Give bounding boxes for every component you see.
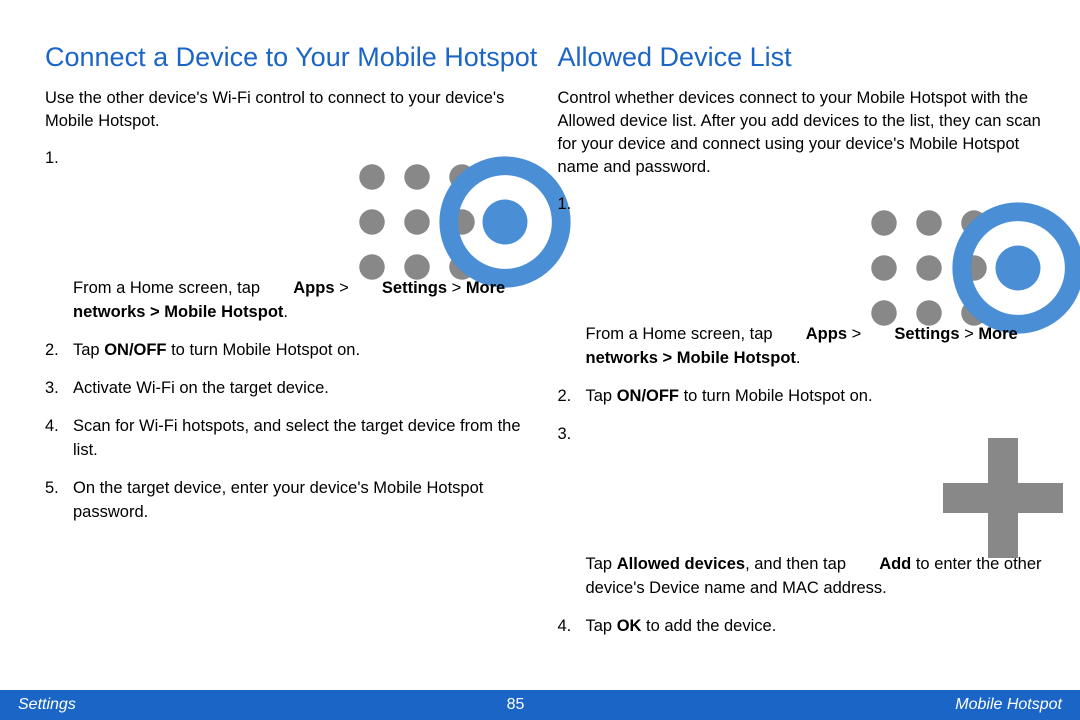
text: to turn Mobile Hotspot on.: [679, 387, 873, 405]
step-number: 5.: [45, 477, 73, 525]
settings-icon: [355, 147, 375, 167]
step-item: 5. On the target device, enter your devi…: [45, 477, 538, 525]
step-body: From a Home screen, tap Apps > Settings …: [586, 193, 1051, 371]
text: Tap: [586, 387, 617, 405]
step-body: Activate Wi-Fi on the target device.: [73, 377, 538, 401]
step-body: From a Home screen, tap Apps > Settings …: [73, 147, 538, 325]
step-body: Scan for Wi-Fi hotspots, and select the …: [73, 415, 538, 463]
text: >: [960, 325, 979, 343]
text: From a Home screen, tap: [586, 325, 778, 343]
text: >: [847, 325, 866, 343]
text: to add the device.: [641, 617, 776, 635]
steps-list: 1. From a Home screen, tap Apps > Settin…: [45, 147, 538, 524]
step-body: Tap ON/OFF to turn Mobile Hotspot on.: [73, 339, 538, 363]
text: Tap: [586, 555, 617, 573]
page-number: 85: [507, 696, 525, 714]
bold-text: ON/OFF: [104, 341, 166, 359]
step-number: 4.: [45, 415, 73, 463]
bold-text: ON/OFF: [617, 387, 679, 405]
steps-list: 1. From a Home screen, tap Apps > Settin…: [558, 193, 1051, 639]
bold-text: OK: [617, 617, 642, 635]
step-body: Tap ON/OFF to turn Mobile Hotspot on.: [586, 385, 1051, 409]
step-number: 2.: [558, 385, 586, 409]
text: Tap: [586, 617, 617, 635]
step-number: 1.: [45, 147, 73, 325]
text: .: [283, 303, 288, 321]
apps-icon: [779, 193, 799, 213]
left-column: Connect a Device to Your Mobile Hotspot …: [45, 40, 538, 690]
step-item: 2. Tap ON/OFF to turn Mobile Hotspot on.: [45, 339, 538, 363]
apps-icon: [267, 147, 287, 167]
text: to turn Mobile Hotspot on.: [167, 341, 361, 359]
step-item: 3. Activate Wi-Fi on the target device.: [45, 377, 538, 401]
bold-text: Add: [879, 555, 911, 573]
content-area: Connect a Device to Your Mobile Hotspot …: [0, 0, 1080, 690]
text: , and then tap: [745, 555, 851, 573]
step-number: 3.: [45, 377, 73, 401]
step-item: 2. Tap ON/OFF to turn Mobile Hotspot on.: [558, 385, 1051, 409]
text: >: [335, 279, 354, 297]
footer-right: Mobile Hotspot: [955, 696, 1062, 714]
plus-icon: [853, 423, 873, 443]
step-number: 4.: [558, 615, 586, 639]
bold-text: Apps: [806, 325, 847, 343]
bold-text: Settings: [894, 325, 959, 343]
bold-text: Settings: [382, 279, 447, 297]
step-item: 4. Scan for Wi-Fi hotspots, and select t…: [45, 415, 538, 463]
intro-text: Use the other device's Wi-Fi control to …: [45, 87, 538, 133]
bold-text: Apps: [293, 279, 334, 297]
intro-text: Control whether devices connect to your …: [558, 87, 1051, 179]
footer-left: Settings: [18, 696, 76, 714]
heading-connect: Connect a Device to Your Mobile Hotspot: [45, 40, 538, 75]
page-footer: Settings 85 Mobile Hotspot: [0, 690, 1080, 720]
text: .: [796, 349, 801, 367]
text: >: [447, 279, 466, 297]
text: From a Home screen, tap: [73, 279, 265, 297]
step-item: 4. Tap OK to add the device.: [558, 615, 1051, 639]
step-number: 3.: [558, 423, 586, 601]
heading-allowed: Allowed Device List: [558, 40, 1051, 75]
step-body: Tap Allowed devices, and then tap Add to…: [586, 423, 1051, 601]
manual-page: Connect a Device to Your Mobile Hotspot …: [0, 0, 1080, 720]
step-number: 1.: [558, 193, 586, 371]
step-body: On the target device, enter your device'…: [73, 477, 538, 525]
step-item: 3. Tap Allowed devices, and then tap Add…: [558, 423, 1051, 601]
text: Tap: [73, 341, 104, 359]
step-item: 1. From a Home screen, tap Apps > Settin…: [45, 147, 538, 325]
bold-text: Allowed devices: [617, 555, 745, 573]
step-body: Tap OK to add the device.: [586, 615, 1051, 639]
settings-icon: [868, 193, 888, 213]
step-number: 2.: [45, 339, 73, 363]
step-item: 1. From a Home screen, tap Apps > Settin…: [558, 193, 1051, 371]
right-column: Allowed Device List Control whether devi…: [558, 40, 1051, 690]
